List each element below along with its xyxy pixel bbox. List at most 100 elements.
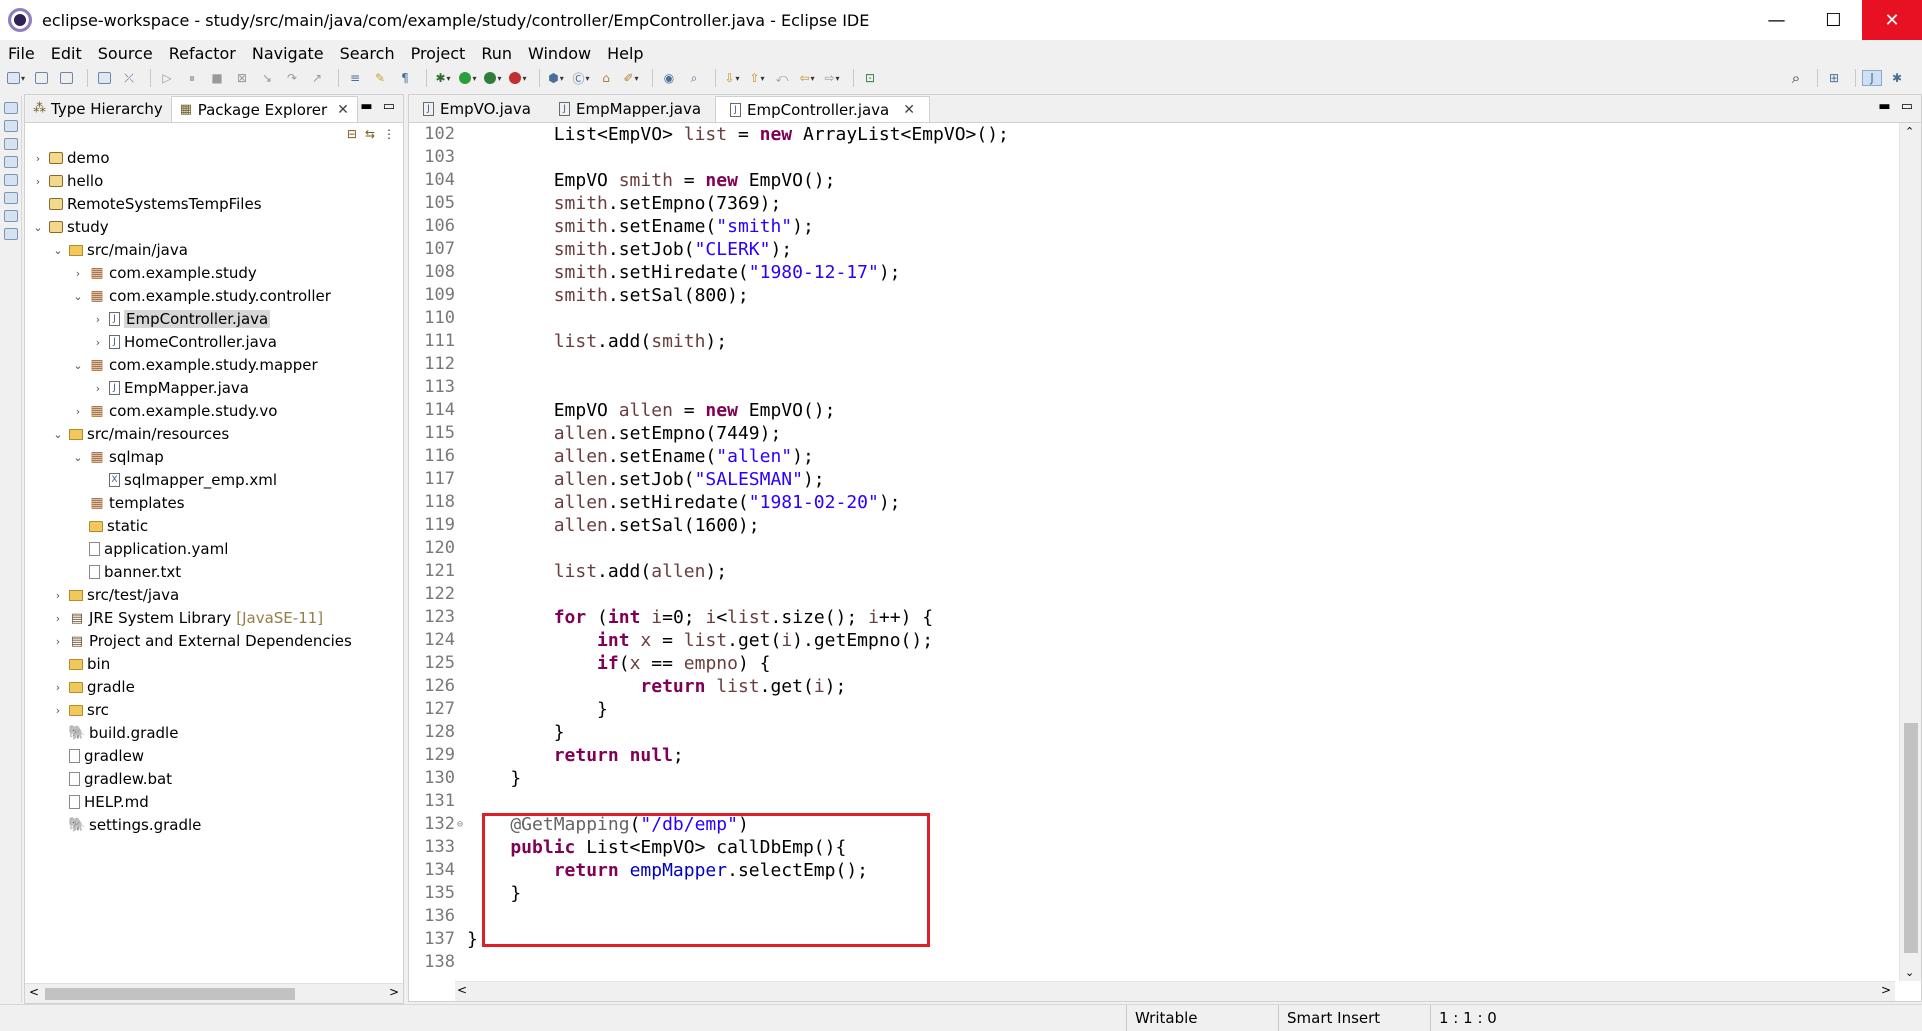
scroll-left-icon[interactable]: < xyxy=(29,985,39,999)
chevron-right-icon[interactable]: › xyxy=(51,612,65,625)
close-tab-icon[interactable]: ✕ xyxy=(903,102,915,118)
editor-vertical-scrollbar[interactable]: ⌃ ⌄ xyxy=(1899,123,1921,981)
java-perspective-icon[interactable]: J xyxy=(1862,70,1882,86)
terminate-icon[interactable]: ■ xyxy=(207,70,227,86)
open-task-icon[interactable]: ✐ ▾ xyxy=(621,70,641,86)
back-icon[interactable]: ⇦ ▾ xyxy=(797,70,817,86)
console-icon[interactable] xyxy=(4,174,18,186)
menu-edit[interactable]: Edit xyxy=(43,44,90,63)
explorer-horizontal-scrollbar[interactable]: < > xyxy=(25,983,403,1003)
chevron-right-icon[interactable]: › xyxy=(71,267,85,280)
problems-icon[interactable] xyxy=(4,156,18,168)
tree-item[interactable]: ⌄ ▦ com.example.study.mapper xyxy=(71,354,317,376)
scroll-left-icon[interactable]: < xyxy=(457,983,467,997)
terminal-icon[interactable] xyxy=(94,70,114,86)
tree-item[interactable]: ⌄ src/main/java xyxy=(51,239,188,261)
insert-mode-status[interactable]: Smart Insert xyxy=(1278,1005,1428,1031)
menu-source[interactable]: Source xyxy=(90,44,161,63)
toggle-highlight-icon[interactable]: ✎ xyxy=(370,70,390,86)
link-with-editor-icon[interactable]: ⇆ xyxy=(365,127,375,141)
chevron-right-icon[interactable]: › xyxy=(31,152,45,165)
search-icon[interactable]: ⌕ xyxy=(1786,69,1806,87)
previous-annotation-icon[interactable]: ⇧ ▾ xyxy=(747,70,767,86)
chevron-down-icon[interactable]: ⌄ xyxy=(51,244,65,257)
chevron-right-icon[interactable]: › xyxy=(91,382,105,395)
chevron-down-icon[interactable]: ⌄ xyxy=(71,451,85,464)
tree-item[interactable]: ⌄ ▦ com.example.study.controller xyxy=(71,285,331,307)
tab-type-hierarchy[interactable]: ⁂ Type Hierarchy xyxy=(25,96,171,122)
fold-icon[interactable]: ⊖ xyxy=(457,813,463,836)
tree-item[interactable]: banner.txt xyxy=(71,561,181,583)
tree-item[interactable]: 🐘 build.gradle xyxy=(51,722,178,744)
outline-icon[interactable] xyxy=(4,120,18,132)
restore-icon[interactable] xyxy=(4,102,18,114)
chevron-right-icon[interactable]: › xyxy=(51,681,65,694)
tree-item[interactable]: 🐘 settings.gradle xyxy=(51,814,201,836)
chevron-right-icon[interactable]: › xyxy=(51,589,65,602)
toggle-mark-occurrences-icon[interactable]: ≡ xyxy=(345,70,365,86)
step-return-icon[interactable]: ↗ xyxy=(307,70,327,86)
minimize-view-icon[interactable]: ▬ xyxy=(360,99,372,114)
tree-item[interactable]: ▦ templates xyxy=(71,492,184,514)
editor-horizontal-scrollbar[interactable]: < > xyxy=(455,981,1895,1001)
save-icon[interactable] xyxy=(31,70,51,86)
collapse-all-icon[interactable]: ⊟ xyxy=(347,127,357,141)
tree-item[interactable]: HELP.md xyxy=(51,791,149,813)
resume-icon[interactable]: ▷ xyxy=(157,70,177,86)
run-icon[interactable]: ▾ xyxy=(458,70,478,86)
menu-refactor[interactable]: Refactor xyxy=(161,44,244,63)
tree-item[interactable]: › ▦ com.example.study xyxy=(71,262,257,284)
new-icon[interactable]: ▾ xyxy=(6,70,26,86)
tree-item[interactable]: › J EmpMapper.java xyxy=(91,377,249,399)
maximize-button[interactable]: ☐ xyxy=(1805,0,1862,40)
forward-icon[interactable]: ⇨ ▾ xyxy=(822,70,842,86)
tree-item[interactable]: › hello xyxy=(31,170,103,192)
new-class-icon[interactable]: Ⓒ ▾ xyxy=(571,70,591,86)
new-java-project-icon[interactable]: ⬢ ▾ xyxy=(546,70,566,86)
tree-item[interactable]: › J HomeController.java xyxy=(91,331,277,353)
suspend-icon[interactable]: ⏸ xyxy=(182,70,202,86)
tree-item[interactable]: gradlew.bat xyxy=(51,768,172,790)
menu-window[interactable]: Window xyxy=(520,44,599,63)
coverage-icon[interactable]: ▾ xyxy=(483,70,503,86)
menu-file[interactable]: File xyxy=(0,44,43,63)
tree-item[interactable]: static xyxy=(71,515,148,537)
tree-item[interactable]: › ▤ Project and External Dependencies xyxy=(51,630,352,652)
open-type-icon[interactable]: ⌂ xyxy=(596,70,616,86)
tab-package-explorer[interactable]: ▦ Package Explorer ✕ xyxy=(170,96,358,122)
editor-tab[interactable]: J EmpVO.java xyxy=(409,96,545,122)
scroll-thumb[interactable] xyxy=(45,988,295,1000)
editor-tab[interactable]: J EmpMapper.java xyxy=(545,96,715,122)
chevron-down-icon[interactable]: ⌄ xyxy=(51,428,65,441)
web-browser-icon[interactable]: ◉ xyxy=(659,70,679,86)
tree-item[interactable]: bin xyxy=(51,653,110,675)
disconnect-icon[interactable]: ⊠ xyxy=(232,70,252,86)
tree-item[interactable]: › ▦ com.example.study.vo xyxy=(71,400,278,422)
search-files-icon[interactable]: ⌕ xyxy=(684,70,704,86)
scroll-up-icon[interactable]: ⌃ xyxy=(1905,125,1914,138)
maximize-view-icon[interactable]: ▭ xyxy=(383,99,395,114)
chevron-down-icon[interactable]: ⌄ xyxy=(71,359,85,372)
scroll-right-icon[interactable]: > xyxy=(389,985,399,999)
next-annotation-icon[interactable]: ⇩ ▾ xyxy=(722,70,742,86)
maximize-editor-icon[interactable]: ▭ xyxy=(1901,99,1913,114)
chevron-down-icon[interactable]: ⌄ xyxy=(31,221,45,234)
debug-perspective-icon[interactable]: ✱ xyxy=(1887,70,1907,86)
scroll-thumb[interactable] xyxy=(1904,723,1918,953)
close-tab-icon[interactable]: ✕ xyxy=(337,102,349,118)
chevron-right-icon[interactable]: › xyxy=(91,313,105,326)
show-whitespace-icon[interactable]: ¶ xyxy=(395,70,415,86)
debug-icon[interactable]: ✱ ▾ xyxy=(433,70,453,86)
menu-search[interactable]: Search xyxy=(332,44,403,63)
boot-dashboard-icon[interactable] xyxy=(4,210,18,222)
tree-item[interactable]: Xsqlmapper_emp.xml xyxy=(91,469,277,491)
close-button[interactable]: ✕ xyxy=(1862,0,1922,40)
chevron-down-icon[interactable]: ⌄ xyxy=(71,290,85,303)
tree-item[interactable]: gradlew xyxy=(51,745,144,767)
chevron-right-icon[interactable]: › xyxy=(91,336,105,349)
scroll-right-icon[interactable]: > xyxy=(1881,983,1891,997)
tree-item[interactable]: RemoteSystemsTempFiles xyxy=(31,193,262,215)
tree-item[interactable]: › ▤ JRE System Library [JavaSE-11] xyxy=(51,607,323,629)
menu-project[interactable]: Project xyxy=(403,44,474,63)
chevron-right-icon[interactable]: › xyxy=(51,704,65,717)
